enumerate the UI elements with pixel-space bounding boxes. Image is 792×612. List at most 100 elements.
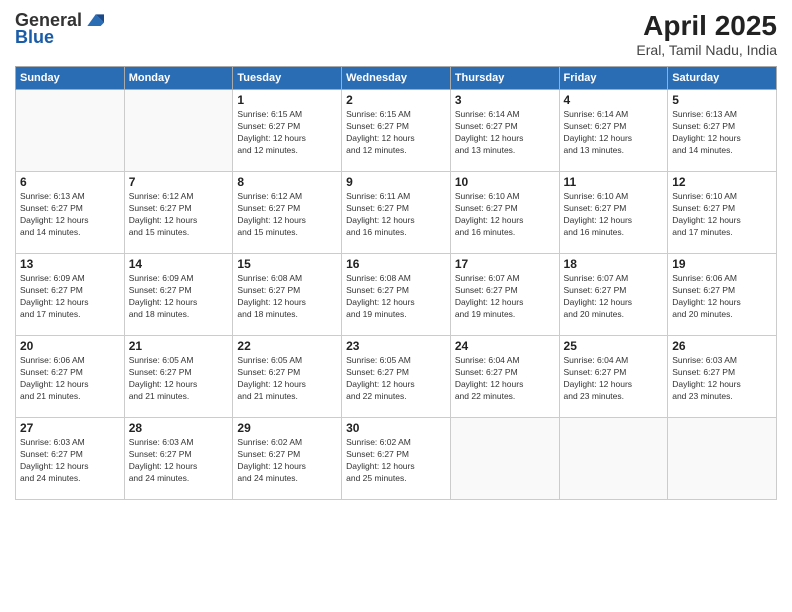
day-info: Sunrise: 6:12 AM Sunset: 6:27 PM Dayligh… xyxy=(237,191,337,239)
table-row: 24 Sunrise: 6:04 AM Sunset: 6:27 PM Dayli… xyxy=(450,336,559,418)
table-row: 5 Sunrise: 6:13 AM Sunset: 6:27 PM Daylig… xyxy=(668,90,777,172)
day-number: 2 xyxy=(346,93,446,107)
table-row: 7 Sunrise: 6:12 AM Sunset: 6:27 PM Daylig… xyxy=(124,172,233,254)
calendar-week-row: 27Sunrise: 6:03 AM Sunset: 6:27 PM Dayli… xyxy=(16,418,777,500)
table-row: 20Sunrise: 6:06 AM Sunset: 6:27 PM Dayli… xyxy=(16,336,125,418)
day-info: Sunrise: 6:10 AM Sunset: 6:27 PM Dayligh… xyxy=(672,191,772,239)
day-number: 4 xyxy=(564,93,664,107)
day-info: Sunrise: 6:10 AM Sunset: 6:27 PM Dayligh… xyxy=(564,191,664,239)
day-info: Sunrise: 6:15 AM Sunset: 6:27 PM Dayligh… xyxy=(237,109,337,157)
day-info: Sunrise: 6:05 AM Sunset: 6:27 PM Dayligh… xyxy=(237,355,337,403)
table-row xyxy=(450,418,559,500)
table-row: 17 Sunrise: 6:07 AM Sunset: 6:27 PM Dayli… xyxy=(450,254,559,336)
page: General Blue April 2025 Eral, Tamil Nadu… xyxy=(0,0,792,612)
day-number: 22 xyxy=(237,339,337,353)
table-row: 14 Sunrise: 6:09 AM Sunset: 6:27 PM Dayli… xyxy=(124,254,233,336)
header-monday: Monday xyxy=(124,67,233,90)
day-info: Sunrise: 6:14 AM Sunset: 6:27 PM Dayligh… xyxy=(564,109,664,157)
logo-blue: Blue xyxy=(15,27,54,48)
day-number: 20 xyxy=(20,339,120,353)
table-row: 13 Sunrise: 6:09 AM Sunset: 6:27 PM Dayli… xyxy=(16,254,125,336)
table-row: 28 Sunrise: 6:03 AM Sunset: 6:27 PM Dayli… xyxy=(124,418,233,500)
header-wednesday: Wednesday xyxy=(342,67,451,90)
table-row: 25 Sunrise: 6:04 AM Sunset: 6:27 PM Dayli… xyxy=(559,336,668,418)
table-row xyxy=(559,418,668,500)
day-info: Sunrise: 6:11 AM Sunset: 6:27 PM Dayligh… xyxy=(346,191,446,239)
table-row: 22 Sunrise: 6:05 AM Sunset: 6:27 PM Dayli… xyxy=(233,336,342,418)
weekday-header-row: Sunday Monday Tuesday Wednesday Thursday… xyxy=(16,67,777,90)
day-info: Sunrise: 6:04 AM Sunset: 6:27 PM Dayligh… xyxy=(455,355,555,403)
day-number: 14 xyxy=(129,257,229,271)
day-number: 16 xyxy=(346,257,446,271)
table-row: 27Sunrise: 6:03 AM Sunset: 6:27 PM Dayli… xyxy=(16,418,125,500)
header-thursday: Thursday xyxy=(450,67,559,90)
day-info: Sunrise: 6:03 AM Sunset: 6:27 PM Dayligh… xyxy=(672,355,772,403)
day-number: 9 xyxy=(346,175,446,189)
day-number: 15 xyxy=(237,257,337,271)
table-row: 16 Sunrise: 6:08 AM Sunset: 6:27 PM Dayli… xyxy=(342,254,451,336)
day-number: 3 xyxy=(455,93,555,107)
table-row: 8Sunrise: 6:12 AM Sunset: 6:27 PM Daylig… xyxy=(233,172,342,254)
day-info: Sunrise: 6:12 AM Sunset: 6:27 PM Dayligh… xyxy=(129,191,229,239)
day-number: 12 xyxy=(672,175,772,189)
month-title: April 2025 xyxy=(636,10,777,42)
day-number: 21 xyxy=(129,339,229,353)
logo: General Blue xyxy=(15,10,104,48)
day-number: 28 xyxy=(129,421,229,435)
day-number: 1 xyxy=(237,93,337,107)
day-number: 24 xyxy=(455,339,555,353)
table-row xyxy=(668,418,777,500)
day-number: 10 xyxy=(455,175,555,189)
day-number: 19 xyxy=(672,257,772,271)
day-info: Sunrise: 6:13 AM Sunset: 6:27 PM Dayligh… xyxy=(672,109,772,157)
day-number: 13 xyxy=(20,257,120,271)
table-row: 19 Sunrise: 6:06 AM Sunset: 6:27 PM Dayli… xyxy=(668,254,777,336)
day-info: Sunrise: 6:08 AM Sunset: 6:27 PM Dayligh… xyxy=(346,273,446,321)
table-row: 30Sunrise: 6:02 AM Sunset: 6:27 PM Dayli… xyxy=(342,418,451,500)
day-info: Sunrise: 6:15 AM Sunset: 6:27 PM Dayligh… xyxy=(346,109,446,157)
day-info: Sunrise: 6:03 AM Sunset: 6:27 PM Dayligh… xyxy=(20,437,120,485)
day-info: Sunrise: 6:13 AM Sunset: 6:27 PM Dayligh… xyxy=(20,191,120,239)
table-row: 2 Sunrise: 6:15 AM Sunset: 6:27 PM Daylig… xyxy=(342,90,451,172)
table-row: 23Sunrise: 6:05 AM Sunset: 6:27 PM Dayli… xyxy=(342,336,451,418)
day-info: Sunrise: 6:10 AM Sunset: 6:27 PM Dayligh… xyxy=(455,191,555,239)
day-info: Sunrise: 6:09 AM Sunset: 6:27 PM Dayligh… xyxy=(20,273,120,321)
day-info: Sunrise: 6:05 AM Sunset: 6:27 PM Dayligh… xyxy=(129,355,229,403)
day-info: Sunrise: 6:02 AM Sunset: 6:27 PM Dayligh… xyxy=(237,437,337,485)
day-number: 25 xyxy=(564,339,664,353)
table-row: 6Sunrise: 6:13 AM Sunset: 6:27 PM Daylig… xyxy=(16,172,125,254)
day-number: 18 xyxy=(564,257,664,271)
day-number: 17 xyxy=(455,257,555,271)
table-row: 10 Sunrise: 6:10 AM Sunset: 6:27 PM Dayli… xyxy=(450,172,559,254)
table-row: 3 Sunrise: 6:14 AM Sunset: 6:27 PM Daylig… xyxy=(450,90,559,172)
table-row xyxy=(124,90,233,172)
day-info: Sunrise: 6:06 AM Sunset: 6:27 PM Dayligh… xyxy=(672,273,772,321)
calendar-week-row: 1 Sunrise: 6:15 AM Sunset: 6:27 PM Daylig… xyxy=(16,90,777,172)
calendar-week-row: 20Sunrise: 6:06 AM Sunset: 6:27 PM Dayli… xyxy=(16,336,777,418)
header-tuesday: Tuesday xyxy=(233,67,342,90)
title-block: April 2025 Eral, Tamil Nadu, India xyxy=(636,10,777,58)
header-saturday: Saturday xyxy=(668,67,777,90)
day-info: Sunrise: 6:03 AM Sunset: 6:27 PM Dayligh… xyxy=(129,437,229,485)
day-info: Sunrise: 6:09 AM Sunset: 6:27 PM Dayligh… xyxy=(129,273,229,321)
day-info: Sunrise: 6:14 AM Sunset: 6:27 PM Dayligh… xyxy=(455,109,555,157)
day-info: Sunrise: 6:04 AM Sunset: 6:27 PM Dayligh… xyxy=(564,355,664,403)
day-info: Sunrise: 6:07 AM Sunset: 6:27 PM Dayligh… xyxy=(455,273,555,321)
day-number: 11 xyxy=(564,175,664,189)
calendar: Sunday Monday Tuesday Wednesday Thursday… xyxy=(15,66,777,500)
calendar-week-row: 13 Sunrise: 6:09 AM Sunset: 6:27 PM Dayli… xyxy=(16,254,777,336)
location-title: Eral, Tamil Nadu, India xyxy=(636,42,777,58)
table-row: 4 Sunrise: 6:14 AM Sunset: 6:27 PM Daylig… xyxy=(559,90,668,172)
table-row: 1 Sunrise: 6:15 AM Sunset: 6:27 PM Daylig… xyxy=(233,90,342,172)
table-row: 18Sunrise: 6:07 AM Sunset: 6:27 PM Dayli… xyxy=(559,254,668,336)
table-row: 26Sunrise: 6:03 AM Sunset: 6:27 PM Dayli… xyxy=(668,336,777,418)
day-number: 5 xyxy=(672,93,772,107)
table-row: 9 Sunrise: 6:11 AM Sunset: 6:27 PM Daylig… xyxy=(342,172,451,254)
day-number: 7 xyxy=(129,175,229,189)
day-number: 29 xyxy=(237,421,337,435)
header: General Blue April 2025 Eral, Tamil Nadu… xyxy=(15,10,777,58)
header-friday: Friday xyxy=(559,67,668,90)
table-row: 12 Sunrise: 6:10 AM Sunset: 6:27 PM Dayli… xyxy=(668,172,777,254)
table-row: 21 Sunrise: 6:05 AM Sunset: 6:27 PM Dayli… xyxy=(124,336,233,418)
header-sunday: Sunday xyxy=(16,67,125,90)
